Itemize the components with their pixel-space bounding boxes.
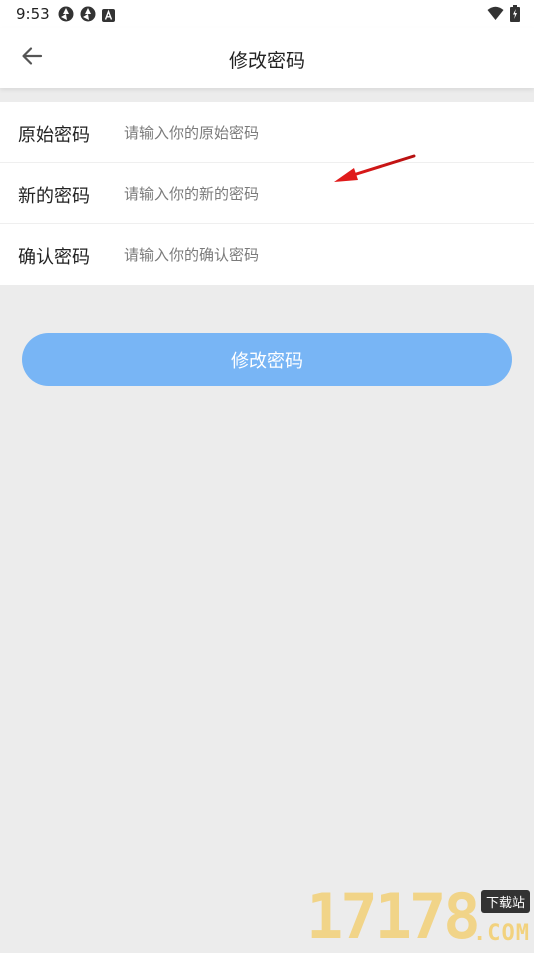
watermark-digits: 17178 bbox=[306, 880, 481, 953]
new-password-row: 新的密码 bbox=[0, 163, 534, 224]
new-password-input[interactable] bbox=[124, 179, 504, 209]
confirm-password-input[interactable] bbox=[124, 240, 504, 270]
red-arrow-annotation-icon bbox=[330, 152, 420, 190]
aperture-icon bbox=[58, 6, 74, 26]
page-title: 修改密码 bbox=[228, 50, 305, 72]
text-a-icon bbox=[102, 7, 115, 26]
aperture-icon bbox=[80, 6, 96, 26]
battery-icon bbox=[510, 5, 520, 26]
confirm-password-label: 确认密码 bbox=[18, 247, 90, 268]
watermark-badge: 下载站 bbox=[480, 890, 530, 913]
submit-button[interactable]: 修改密码 bbox=[22, 333, 512, 386]
password-form: 原始密码 新的密码 确认密码 bbox=[0, 102, 534, 285]
wifi-icon bbox=[487, 6, 504, 25]
confirm-password-row: 确认密码 bbox=[0, 224, 534, 285]
status-icons-right bbox=[487, 5, 520, 26]
status-time: 9:53 bbox=[16, 5, 50, 23]
app-bar: 修改密码 bbox=[0, 28, 534, 88]
original-password-label: 原始密码 bbox=[18, 125, 90, 146]
status-bar: 9:53 bbox=[0, 0, 534, 28]
new-password-label: 新的密码 bbox=[18, 186, 90, 207]
status-icons-left bbox=[58, 6, 115, 26]
site-watermark-logo: 17178 下载站 .COM bbox=[306, 880, 532, 953]
original-password-input[interactable] bbox=[124, 118, 504, 148]
original-password-row: 原始密码 bbox=[0, 102, 534, 163]
watermark-suffix: .COM bbox=[473, 921, 530, 946]
